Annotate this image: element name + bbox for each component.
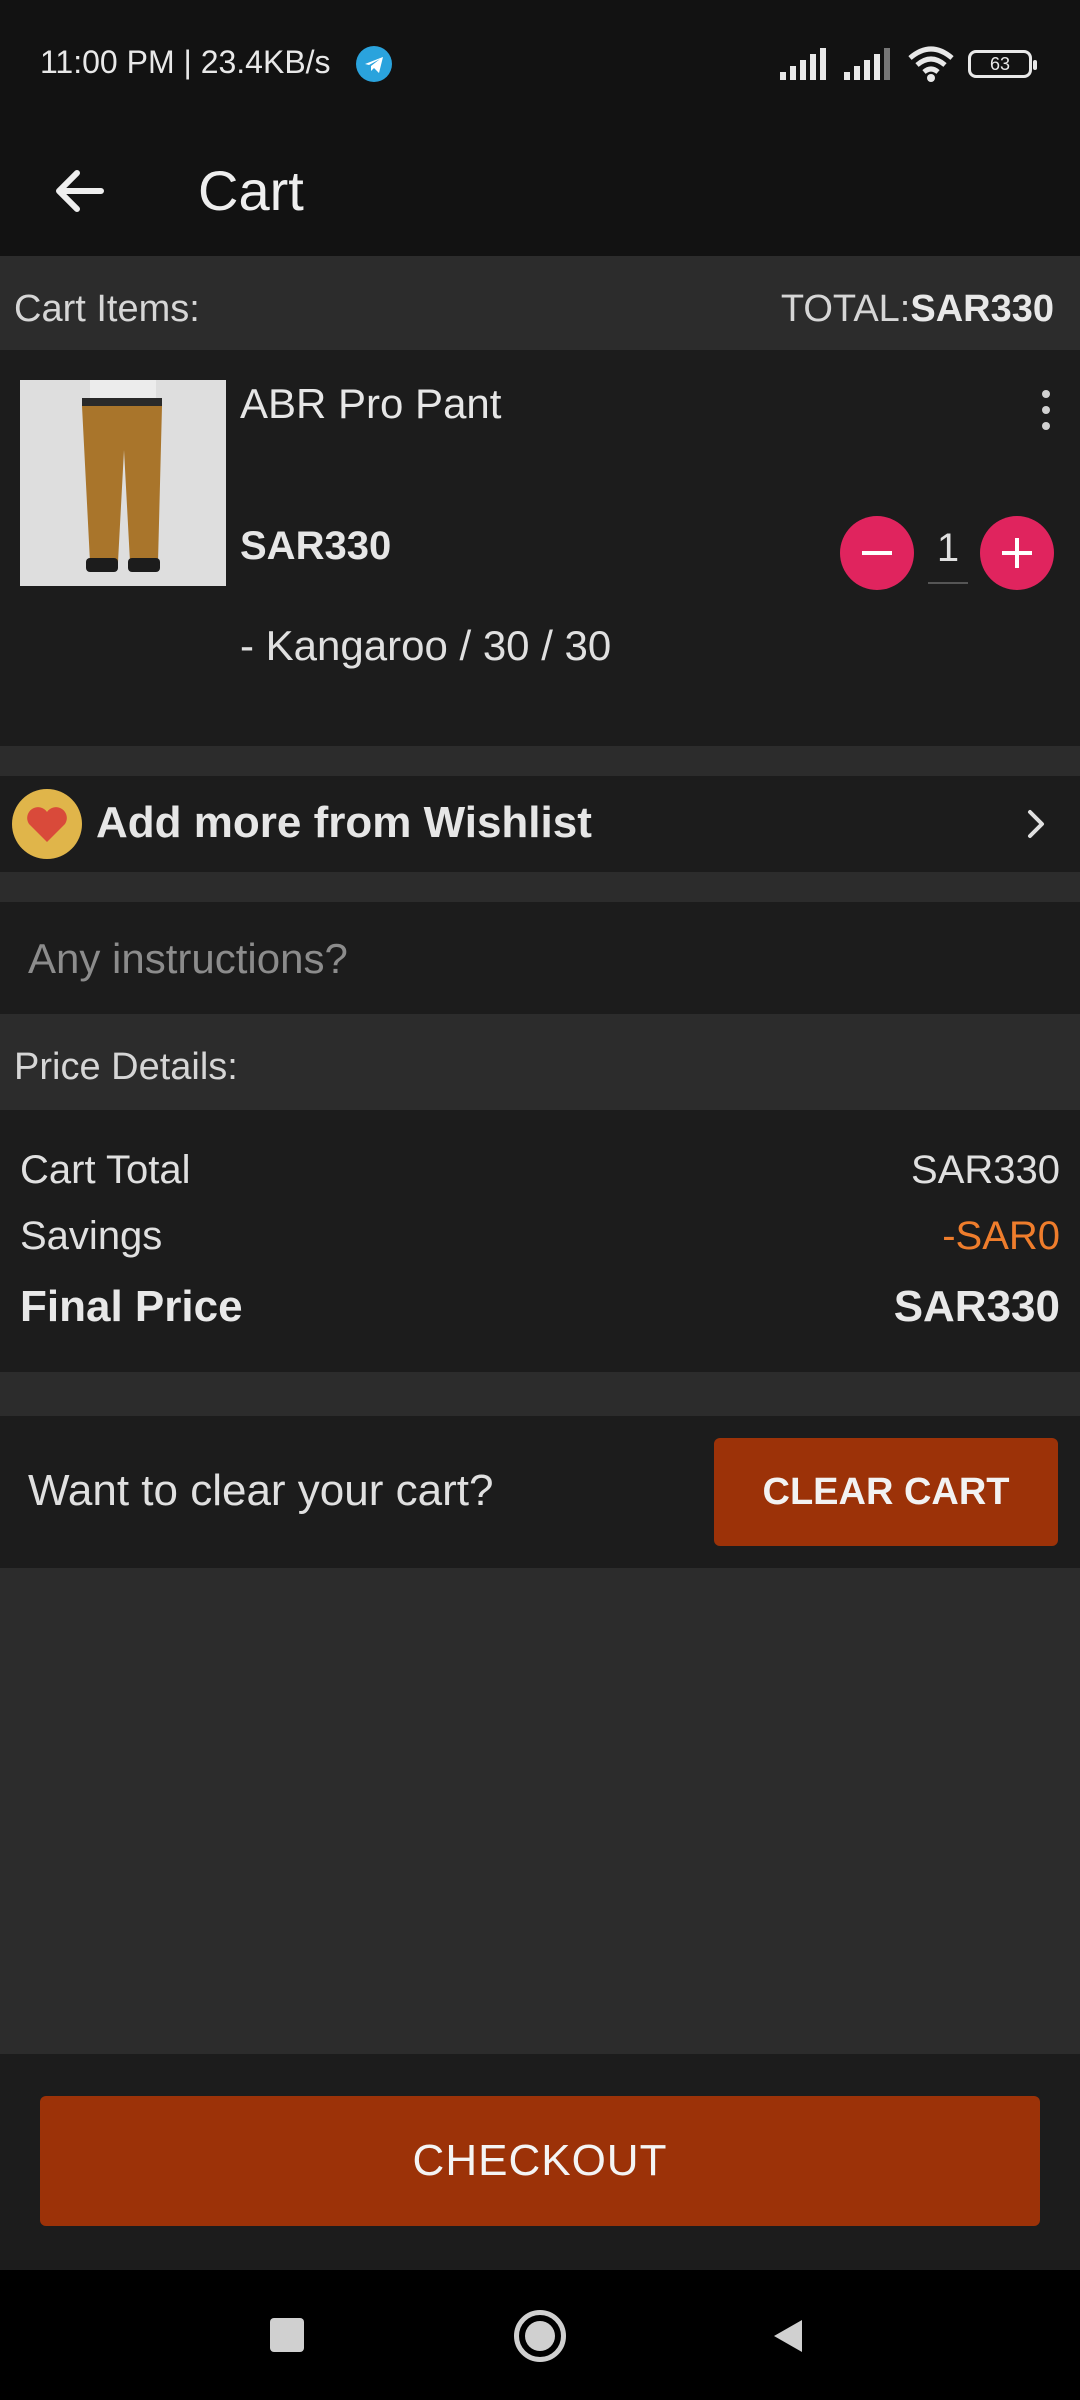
status-bar: 11:00 PM | 23.4KB/s 63 <box>0 0 1080 128</box>
item-price: SAR330 <box>240 524 392 568</box>
signal-icon <box>780 48 826 80</box>
cart-total-header: TOTAL:SAR330 <box>781 288 1054 331</box>
nav-back-icon[interactable] <box>768 2316 808 2356</box>
checkout-area: CHECKOUT <box>0 2054 1080 2270</box>
clear-cart-button[interactable]: CLEAR CART <box>714 1438 1058 1546</box>
decrement-quantity-button[interactable] <box>840 516 914 590</box>
status-icons: 63 <box>780 42 1037 86</box>
savings-value: -SAR0 <box>942 1214 1060 1258</box>
checkout-button[interactable]: CHECKOUT <box>40 2096 1040 2226</box>
cart-items-label: Cart Items: <box>14 288 200 330</box>
final-price-label: Final Price <box>20 1282 243 1331</box>
product-name[interactable]: ABR Pro Pant <box>240 380 501 428</box>
battery-icon: 63 <box>968 50 1037 78</box>
recents-icon[interactable] <box>270 2318 304 2352</box>
page-title: Cart <box>198 159 304 222</box>
more-options-icon[interactable] <box>1034 390 1058 430</box>
plus-icon <box>1002 538 1032 568</box>
arrow-left-icon <box>56 170 104 212</box>
increment-quantity-button[interactable] <box>980 516 1054 590</box>
home-icon[interactable] <box>514 2310 566 2362</box>
cart-total-label: Cart Total <box>20 1148 191 1192</box>
heart-icon <box>12 789 82 859</box>
total-prefix: TOTAL: <box>780 288 911 330</box>
minus-icon <box>862 551 892 555</box>
signal-icon-2 <box>844 48 890 80</box>
telegram-icon <box>356 46 392 82</box>
price-details-card: Cart Total SAR330 Savings -SAR0 Final Pr… <box>0 1110 1080 1372</box>
wishlist-label: Add more from Wishlist <box>96 798 592 847</box>
item-variant: - Kangaroo / 30 / 30 <box>240 622 612 669</box>
back-button[interactable] <box>36 148 122 234</box>
savings-row: Savings -SAR0 <box>20 1214 1060 1259</box>
instructions-input[interactable] <box>26 918 1050 1000</box>
total-value: SAR330 <box>910 288 1054 330</box>
cart-total-value: SAR330 <box>911 1148 1060 1192</box>
instructions-box <box>0 902 1080 1014</box>
price-details-label: Price Details: <box>14 1046 238 1088</box>
savings-label: Savings <box>20 1214 163 1258</box>
cart-total-row: Cart Total SAR330 <box>20 1148 1060 1193</box>
clear-cart-card: Want to clear your cart? CLEAR CART <box>0 1416 1080 1568</box>
chevron-right-icon <box>1028 810 1044 838</box>
wifi-icon <box>908 46 954 82</box>
quantity-field[interactable]: 1 <box>928 526 968 584</box>
status-time-speed: 11:00 PM | 23.4KB/s <box>40 44 331 80</box>
add-from-wishlist-row[interactable]: Add more from Wishlist <box>0 776 1080 872</box>
product-image[interactable] <box>20 380 226 586</box>
final-price-row: Final Price SAR330 <box>20 1282 1060 1332</box>
clear-cart-prompt: Want to clear your cart? <box>28 1466 494 1515</box>
final-price-value: SAR330 <box>893 1282 1060 1331</box>
cart-item: ABR Pro Pant SAR330 1 - Kangaroo / 30 / … <box>0 350 1080 746</box>
system-nav-bar <box>0 2270 1080 2400</box>
app-bar: Cart <box>0 128 1080 256</box>
